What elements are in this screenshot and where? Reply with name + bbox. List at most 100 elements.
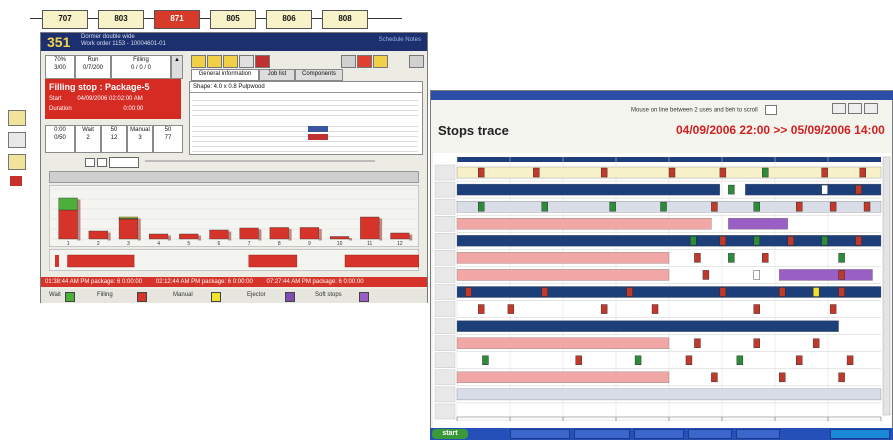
taskbar-item[interactable]	[510, 429, 570, 439]
tool-icon[interactable]	[373, 55, 388, 68]
legend-label: Filling	[97, 292, 113, 298]
machine-box-active[interactable]: 871	[154, 10, 200, 29]
legend-label: Soft stops	[315, 292, 342, 298]
stop-mark	[821, 184, 828, 195]
machine-strip: 707 803 871 805 806 808	[30, 6, 402, 32]
machine-box[interactable]: 806	[266, 10, 312, 29]
header-line: Work order 1153 - 10004601-01	[81, 41, 166, 47]
counter-box: Wait 2	[75, 125, 101, 153]
timeline-block	[55, 255, 59, 267]
trace-bar	[456, 269, 670, 281]
row-label	[434, 216, 456, 232]
filter-checkbox[interactable]	[97, 158, 107, 167]
taskbar-item[interactable]	[574, 429, 630, 439]
stop-mark	[821, 167, 828, 178]
flag-icon[interactable]	[255, 55, 270, 68]
legend-bar: Wait Filling Manual Ejector Soft stops	[41, 289, 427, 303]
side-icons	[2, 110, 30, 190]
page-title: Stops trace	[438, 123, 509, 138]
bar-shadow	[167, 235, 171, 241]
chart-scrollbar[interactable]	[49, 171, 419, 183]
category-label: 12	[397, 241, 403, 247]
system-tray	[830, 429, 890, 439]
bar	[149, 233, 169, 240]
bar	[330, 236, 350, 240]
filter-select[interactable]	[109, 157, 139, 168]
stat-value: 0 / 0 / 0	[130, 65, 151, 71]
tool-icon[interactable]	[832, 103, 846, 114]
bar-shadow	[348, 238, 352, 241]
stop-mark	[855, 236, 862, 246]
stop-mark	[821, 236, 828, 246]
machine-header: 351 Dormer double wide Work order 1153 -…	[41, 33, 427, 51]
start-button[interactable]: start	[432, 429, 468, 439]
bar	[209, 229, 229, 240]
trace-bar	[456, 337, 670, 349]
bar-shadow	[198, 235, 202, 241]
header-line: Dormer double wide	[81, 34, 135, 40]
stops-bar-chart: 1 2 3 4 5 6 7 8 9 10 11 12	[49, 185, 419, 247]
legend-label: Ejector	[247, 292, 266, 298]
menu-icon[interactable]	[409, 55, 424, 68]
window-titlebar	[431, 91, 893, 100]
machine-detail-window: 351 Dormer double wide Work order 1153 -…	[40, 32, 428, 303]
stop-mark	[829, 304, 837, 314]
legend-label: Wait	[49, 292, 61, 298]
tool-icon[interactable]	[357, 55, 372, 68]
side-tool-icon[interactable]	[8, 110, 26, 126]
category-label: 11	[367, 241, 372, 247]
side-alert-icon[interactable]	[10, 176, 22, 186]
filter-caption	[145, 160, 375, 162]
header-right-text[interactable]: Schedule Notes	[379, 37, 421, 43]
taskbar-item[interactable]	[688, 429, 732, 439]
legend-swatch	[137, 292, 147, 302]
info-swatch	[308, 126, 328, 132]
legend-swatch	[211, 292, 221, 302]
tool-icon[interactable]	[207, 55, 222, 68]
stop-mark	[796, 355, 803, 366]
stop-mark	[719, 236, 727, 246]
scroll-arrow[interactable]: ▲	[171, 55, 183, 79]
tab-general[interactable]: General information	[191, 69, 259, 81]
trace-bar	[456, 320, 839, 332]
stop-mark	[482, 355, 489, 366]
window-controls	[832, 103, 888, 114]
filter-checkbox[interactable]	[85, 158, 95, 167]
tab-components[interactable]: Components	[295, 69, 343, 81]
stop-mark	[719, 167, 727, 178]
stop-mark	[600, 304, 608, 314]
bar-shadow	[137, 218, 141, 220]
machine-box[interactable]: 808	[322, 10, 368, 29]
tab-job-list[interactable]: Job list	[259, 69, 295, 81]
legend-label: Manual	[173, 292, 193, 298]
zoom-spinner[interactable]	[765, 105, 778, 115]
taskbar-item[interactable]	[736, 429, 780, 439]
side-tool-icon[interactable]	[8, 154, 26, 170]
tool-icon[interactable]	[341, 55, 356, 68]
tool-icon[interactable]	[239, 55, 254, 68]
status-panel: Filling stop : Package-5 Start 04/09/200…	[45, 79, 181, 119]
tool-icon[interactable]	[223, 55, 238, 68]
bar-shadow	[77, 211, 81, 241]
row-label	[434, 198, 456, 215]
stop-mark	[796, 201, 803, 212]
machine-box[interactable]: 805	[210, 10, 256, 29]
machine-box[interactable]: 707	[42, 10, 88, 29]
bar-shadow	[379, 218, 383, 241]
taskbar-item[interactable]	[634, 429, 684, 439]
stop-mark	[711, 201, 718, 212]
stop-mark	[541, 287, 549, 297]
bar	[360, 216, 380, 240]
stop-mark	[762, 253, 769, 263]
stop-mark	[685, 355, 693, 366]
footer-event: 07:27:44 AM PM package: 6 0:00:00	[266, 279, 364, 285]
tool-icon[interactable]	[864, 103, 878, 114]
machine-box[interactable]: 803	[98, 10, 144, 29]
side-tool-icon[interactable]	[8, 132, 26, 148]
row-label	[434, 267, 456, 283]
stop-mark	[838, 253, 845, 263]
tool-icon[interactable]	[191, 55, 206, 68]
stop-mark	[812, 287, 820, 297]
tool-icon[interactable]	[848, 103, 862, 114]
stop-mark	[660, 201, 667, 212]
